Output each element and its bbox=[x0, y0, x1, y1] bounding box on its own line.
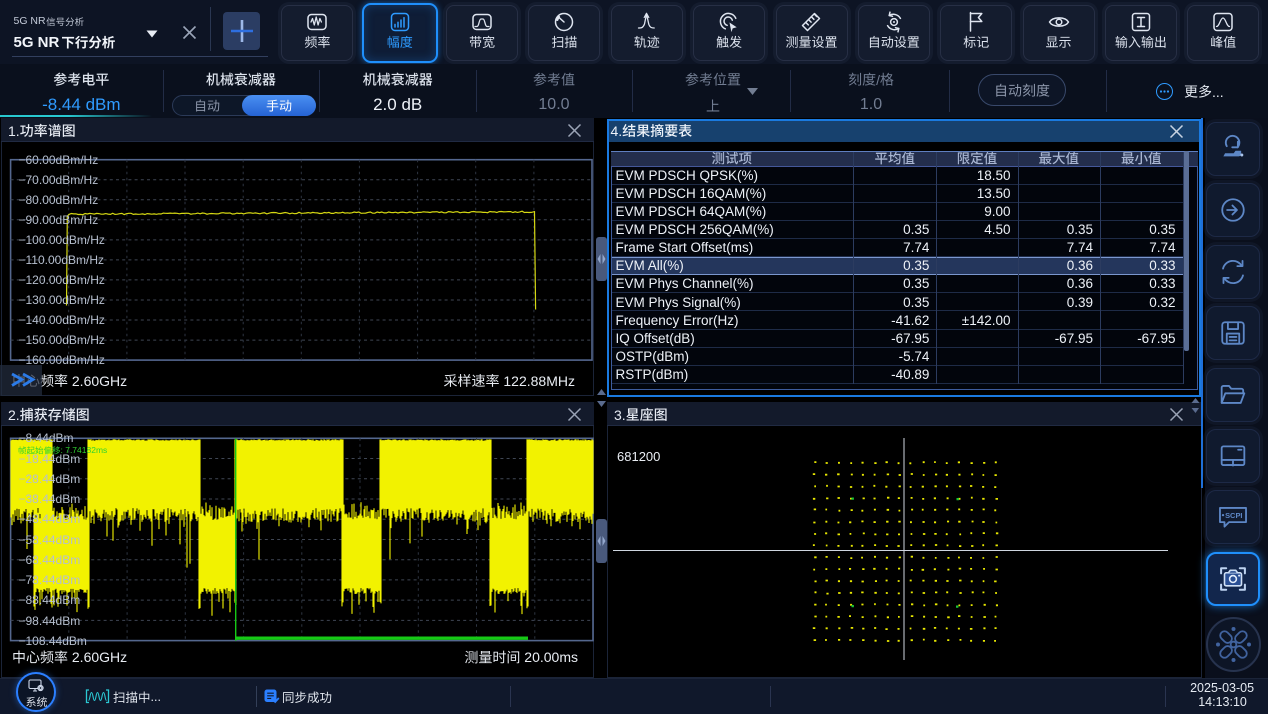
svg-text:SCPI: SCPI bbox=[1225, 511, 1242, 520]
